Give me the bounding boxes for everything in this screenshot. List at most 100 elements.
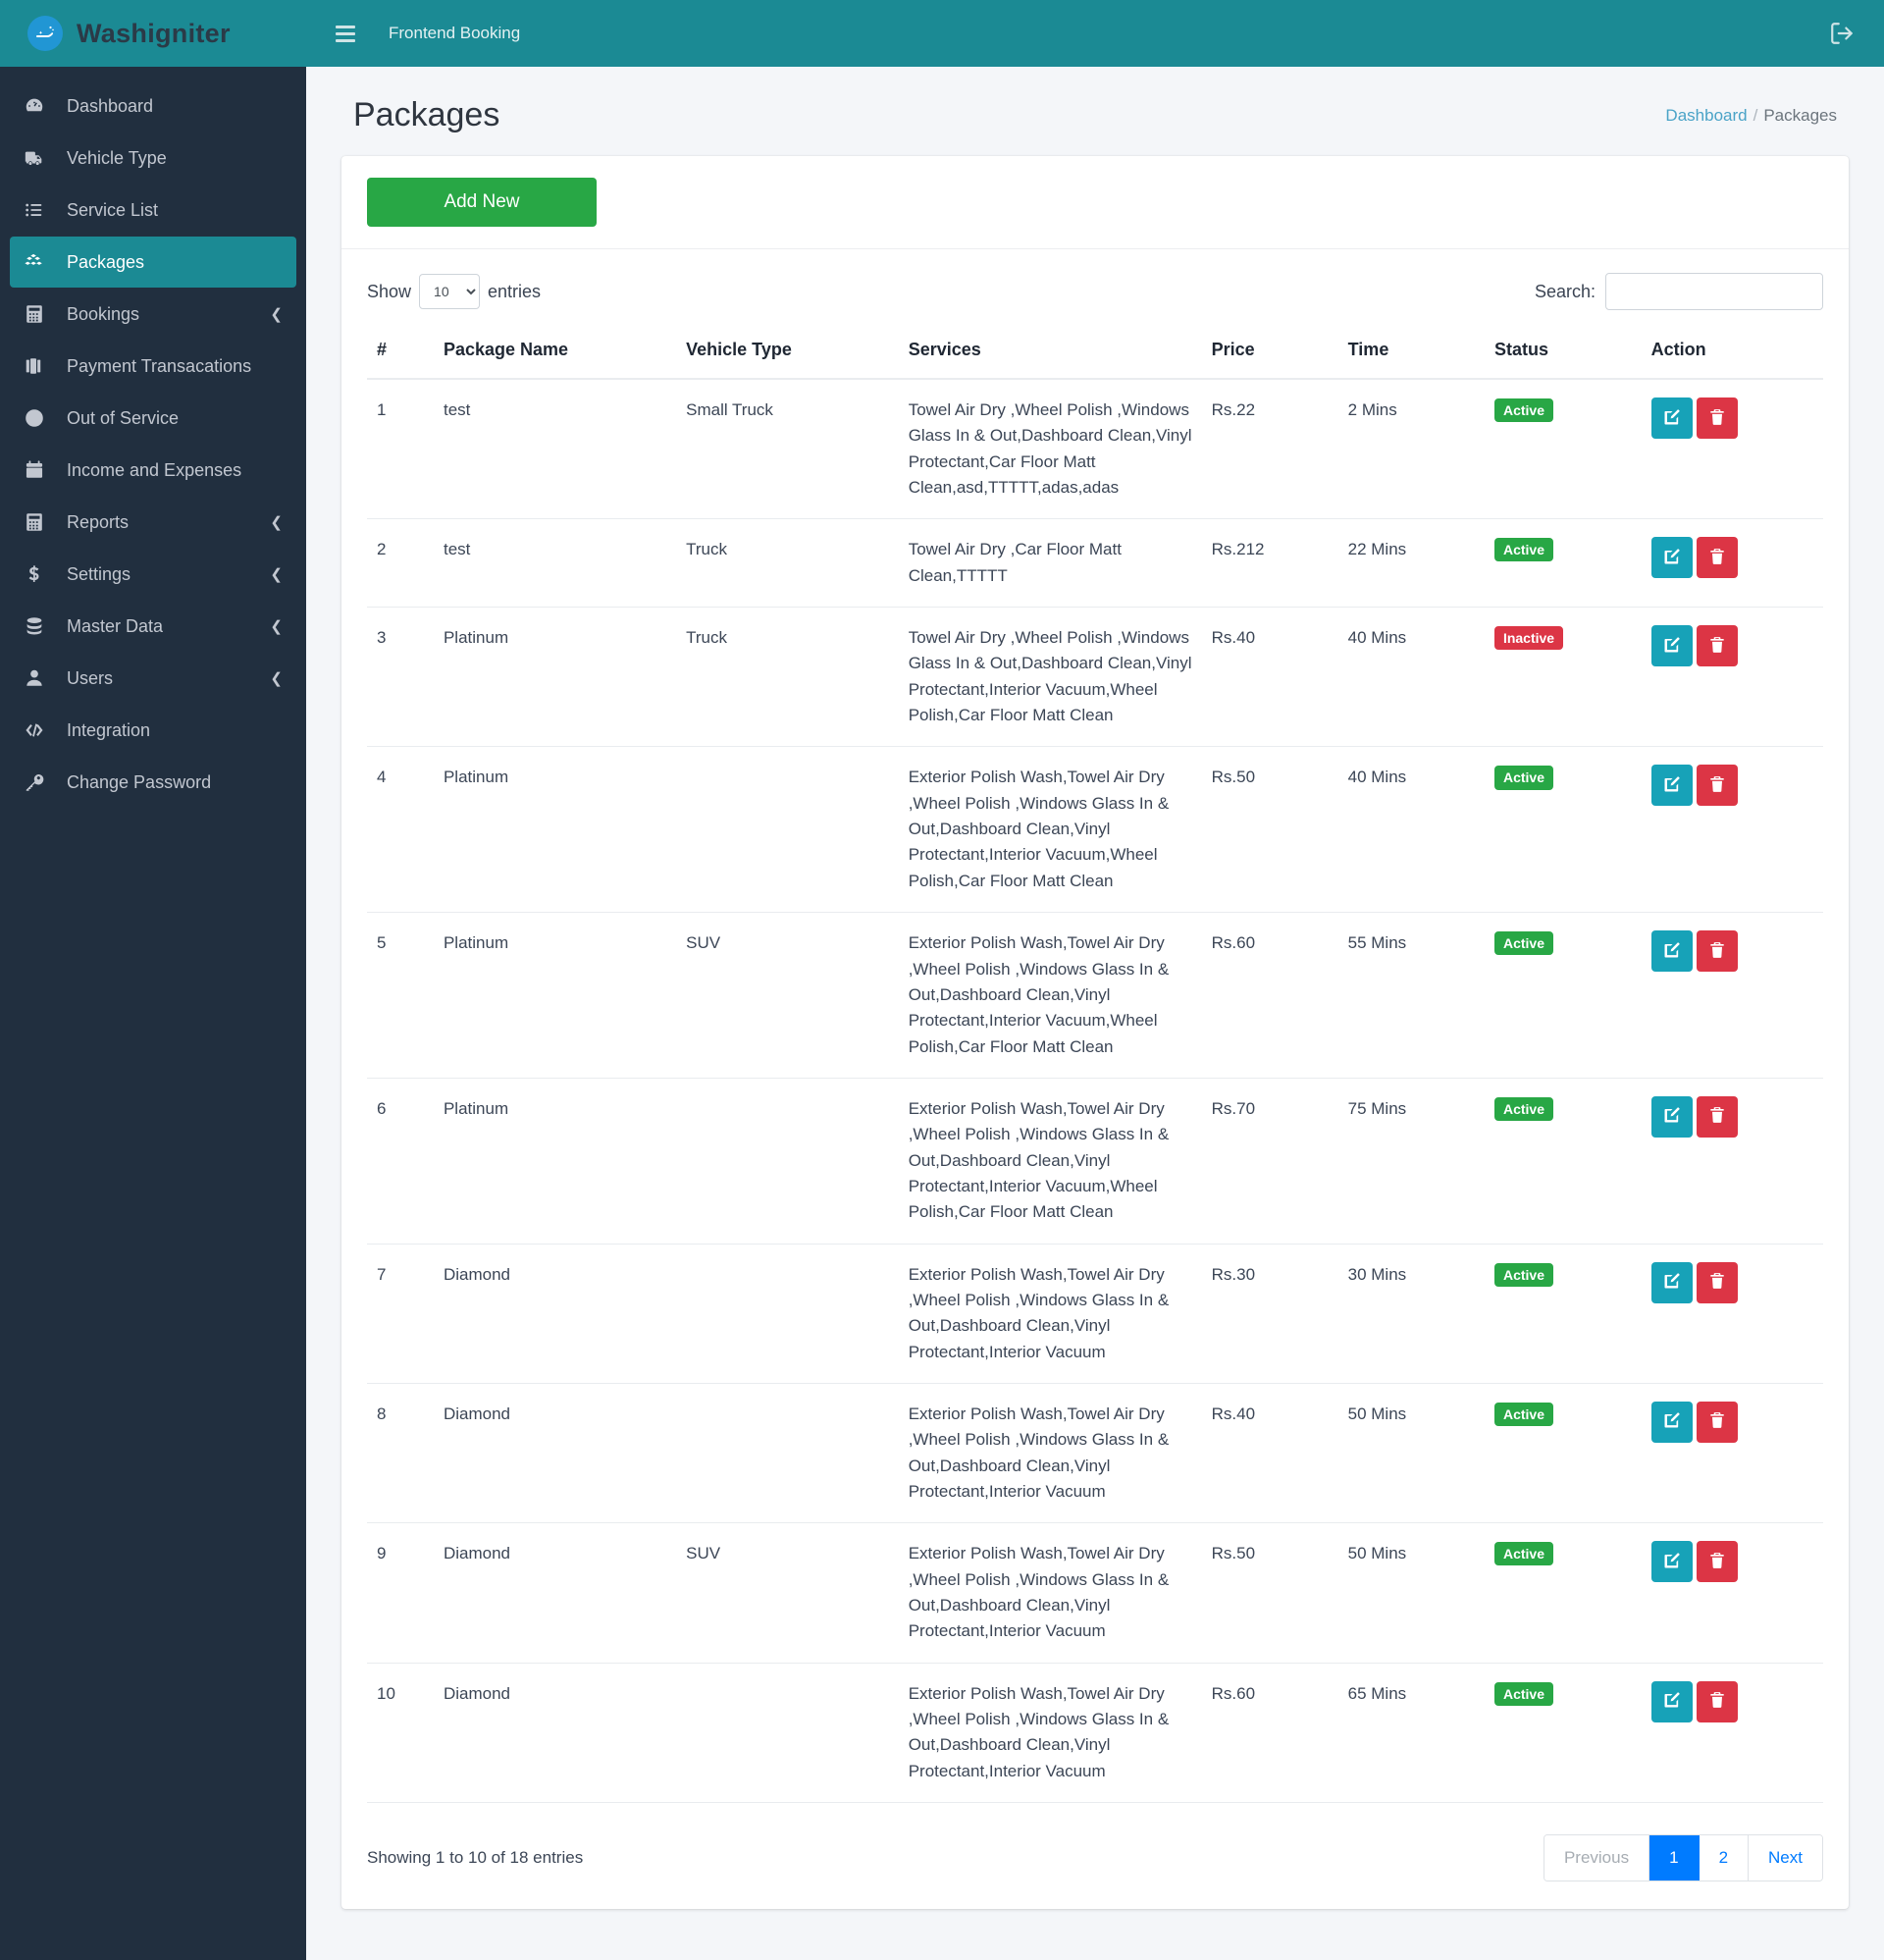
delete-button[interactable] — [1696, 397, 1738, 439]
cell-price: Rs.50 — [1201, 1522, 1338, 1664]
cell-status: Inactive — [1484, 607, 1642, 748]
sidebar-item-payment-transacations[interactable]: Payment Transacations — [10, 341, 296, 392]
app-layout: Washigniter Dashboard Vehicle Type Service… — [0, 0, 1884, 1960]
sidebar-item-dashboard[interactable]: Dashboard — [10, 80, 296, 132]
delete-button[interactable] — [1696, 1680, 1738, 1722]
sidebar-item-integration[interactable]: Integration — [10, 705, 296, 756]
sidebar-item-out-of-service[interactable]: Out of Service — [10, 393, 296, 444]
sidebar-item-packages[interactable]: Packages — [10, 237, 296, 288]
cell-package-name: Diamond — [433, 1383, 677, 1524]
sidebar-item-users[interactable]: Users ❮ — [10, 653, 296, 704]
breadcrumb-dashboard-link[interactable]: Dashboard — [1665, 106, 1747, 125]
delete-button[interactable] — [1696, 625, 1738, 667]
cell-time: 40 Mins — [1337, 607, 1485, 748]
cell-vehicle-type — [676, 746, 899, 914]
delete-button[interactable] — [1696, 1095, 1738, 1138]
edit-button[interactable] — [1650, 1541, 1693, 1583]
column-header-num[interactable]: # — [367, 326, 434, 380]
edit-icon — [1662, 407, 1682, 430]
table-controls: Show 102550100 entries Search: — [367, 267, 1823, 326]
bottom-spacer — [306, 1909, 1884, 1948]
edit-button[interactable] — [1650, 1401, 1693, 1443]
cell-time: 50 Mins — [1337, 1522, 1485, 1664]
sidebar-item-label: Payment Transacations — [67, 355, 252, 376]
hamburger-icon[interactable] — [336, 25, 355, 42]
column-header-package-name[interactable]: Package Name — [433, 326, 677, 380]
column-header-status[interactable]: Status — [1484, 326, 1642, 380]
delete-button[interactable] — [1696, 765, 1738, 807]
pagination-page-1[interactable]: 1 — [1649, 1835, 1700, 1881]
column-header-vehicle-type[interactable]: Vehicle Type — [676, 326, 899, 380]
cell-time: 65 Mins — [1337, 1663, 1485, 1804]
briefcase-icon — [24, 355, 53, 377]
edit-icon — [1662, 547, 1682, 569]
sidebar: Washigniter Dashboard Vehicle Type Service… — [0, 0, 306, 1960]
cell-status: Active — [1484, 1522, 1642, 1664]
database-icon — [24, 615, 53, 637]
table-row: 1 test Small Truck Towel Air Dry ,Wheel Pol… — [367, 379, 1823, 520]
row-actions — [1650, 1095, 1813, 1138]
delete-button[interactable] — [1696, 1261, 1738, 1303]
edit-icon — [1662, 1105, 1682, 1128]
edit-button[interactable] — [1650, 930, 1693, 973]
edit-button[interactable] — [1650, 1680, 1693, 1722]
logout-icon[interactable] — [1829, 21, 1855, 46]
edit-button[interactable] — [1650, 765, 1693, 807]
frontend-booking-link[interactable]: Frontend Booking — [389, 24, 520, 43]
sidebar-item-vehicle-type[interactable]: Vehicle Type — [10, 132, 296, 184]
edit-button[interactable] — [1650, 537, 1693, 579]
edit-button[interactable] — [1650, 625, 1693, 667]
cell-services: Exterior Polish Wash,Towel Air Dry ,Whee… — [898, 746, 1202, 914]
cell-action — [1641, 379, 1823, 520]
pagination-previous[interactable]: Previous — [1544, 1835, 1650, 1881]
status-badge: Inactive — [1493, 626, 1564, 651]
row-actions — [1650, 1261, 1813, 1303]
sidebar-item-bookings[interactable]: Bookings ❮ — [10, 289, 296, 340]
trash-icon — [1707, 635, 1727, 658]
delete-button[interactable] — [1696, 537, 1738, 579]
delete-button[interactable] — [1696, 930, 1738, 973]
sidebar-item-service-list[interactable]: Service List — [10, 185, 296, 236]
cell-action — [1641, 518, 1823, 609]
cell-services: Towel Air Dry ,Wheel Polish ,Windows Gla… — [898, 607, 1202, 748]
edit-icon — [1662, 940, 1682, 963]
delete-button[interactable] — [1696, 1541, 1738, 1583]
cell-vehicle-type: SUV — [676, 1522, 899, 1664]
list-icon — [24, 199, 53, 221]
cell-action — [1641, 746, 1823, 914]
cell-vehicle-type: SUV — [676, 912, 899, 1079]
sidebar-item-change-password[interactable]: Change Password — [10, 757, 296, 808]
cell-time: 40 Mins — [1337, 746, 1485, 914]
delete-button[interactable] — [1696, 1401, 1738, 1443]
cell-package-name: Platinum — [433, 746, 677, 914]
table-row: 2 test Truck Towel Air Dry ,Car Floor Matt … — [367, 518, 1823, 609]
pagination-page-2[interactable]: 2 — [1699, 1835, 1750, 1881]
cell-num: 6 — [367, 1078, 434, 1245]
sidebar-item-settings[interactable]: Settings ❮ — [10, 549, 296, 600]
column-header-services[interactable]: Services — [898, 326, 1202, 380]
brand-header[interactable]: Washigniter — [0, 0, 306, 67]
table-row: 6 Platinum Exterior Polish Wash,Towel Air … — [367, 1078, 1823, 1245]
add-new-button[interactable]: Add New — [367, 178, 597, 227]
table-body: 1 test Small Truck Towel Air Dry ,Wheel Pol… — [367, 379, 1823, 1804]
cell-num: 4 — [367, 746, 434, 914]
edit-button[interactable] — [1650, 397, 1693, 439]
cell-status: Active — [1484, 1244, 1642, 1384]
edit-button[interactable] — [1650, 1261, 1693, 1303]
pagination-next[interactable]: Next — [1749, 1835, 1822, 1881]
sidebar-item-master-data[interactable]: Master Data ❮ — [10, 601, 296, 652]
sidebar-item-income-and-expenses[interactable]: Income and Expenses — [10, 445, 296, 496]
topbar: Frontend Booking — [306, 0, 1884, 67]
column-header-time[interactable]: Time — [1337, 326, 1485, 380]
edit-button[interactable] — [1650, 1095, 1693, 1138]
column-header-price[interactable]: Price — [1201, 326, 1338, 380]
row-actions — [1650, 537, 1813, 579]
sidebar-item-reports[interactable]: Reports ❮ — [10, 497, 296, 548]
cell-action — [1641, 1522, 1823, 1664]
search-input[interactable] — [1605, 273, 1823, 310]
cell-num: 1 — [367, 379, 434, 520]
edit-icon — [1662, 1690, 1682, 1713]
cell-vehicle-type: Truck — [676, 518, 899, 609]
page-length-select[interactable]: 102550100 — [419, 274, 481, 309]
sidebar-item-label: Change Password — [67, 771, 212, 792]
